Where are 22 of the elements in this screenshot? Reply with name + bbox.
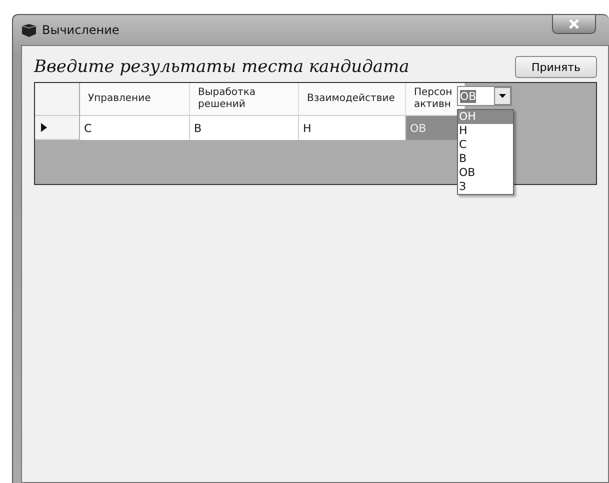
app-icon <box>21 23 37 37</box>
dropdown-option[interactable]: ОВ <box>458 166 513 180</box>
window-title: Вычисление <box>42 23 120 37</box>
table-cell[interactable]: Н <box>299 116 406 140</box>
table-cell[interactable]: С <box>80 116 190 140</box>
dropdown-option[interactable]: З <box>458 180 513 194</box>
dropdown-option[interactable]: В <box>458 152 513 166</box>
dropdown-option[interactable]: Н <box>458 124 513 138</box>
column-header[interactable]: Взаимодействие <box>299 83 406 116</box>
dropdown-option[interactable]: С <box>458 138 513 152</box>
combo-box[interactable]: ОВ <box>457 86 512 106</box>
close-button[interactable] <box>552 14 596 34</box>
combo-value: ОВ <box>460 90 476 102</box>
column-header[interactable]: Управление <box>80 83 190 116</box>
caret-icon <box>499 94 506 98</box>
dropdown-button[interactable] <box>494 87 511 105</box>
column-header[interactable]: Выработка решений <box>190 83 299 116</box>
table-cell[interactable]: В <box>190 116 299 140</box>
heading: Введите результаты теста кандидата <box>34 57 410 77</box>
row-header[interactable] <box>35 116 80 140</box>
accept-button[interactable]: Принять <box>515 56 597 78</box>
close-icon <box>569 19 579 29</box>
